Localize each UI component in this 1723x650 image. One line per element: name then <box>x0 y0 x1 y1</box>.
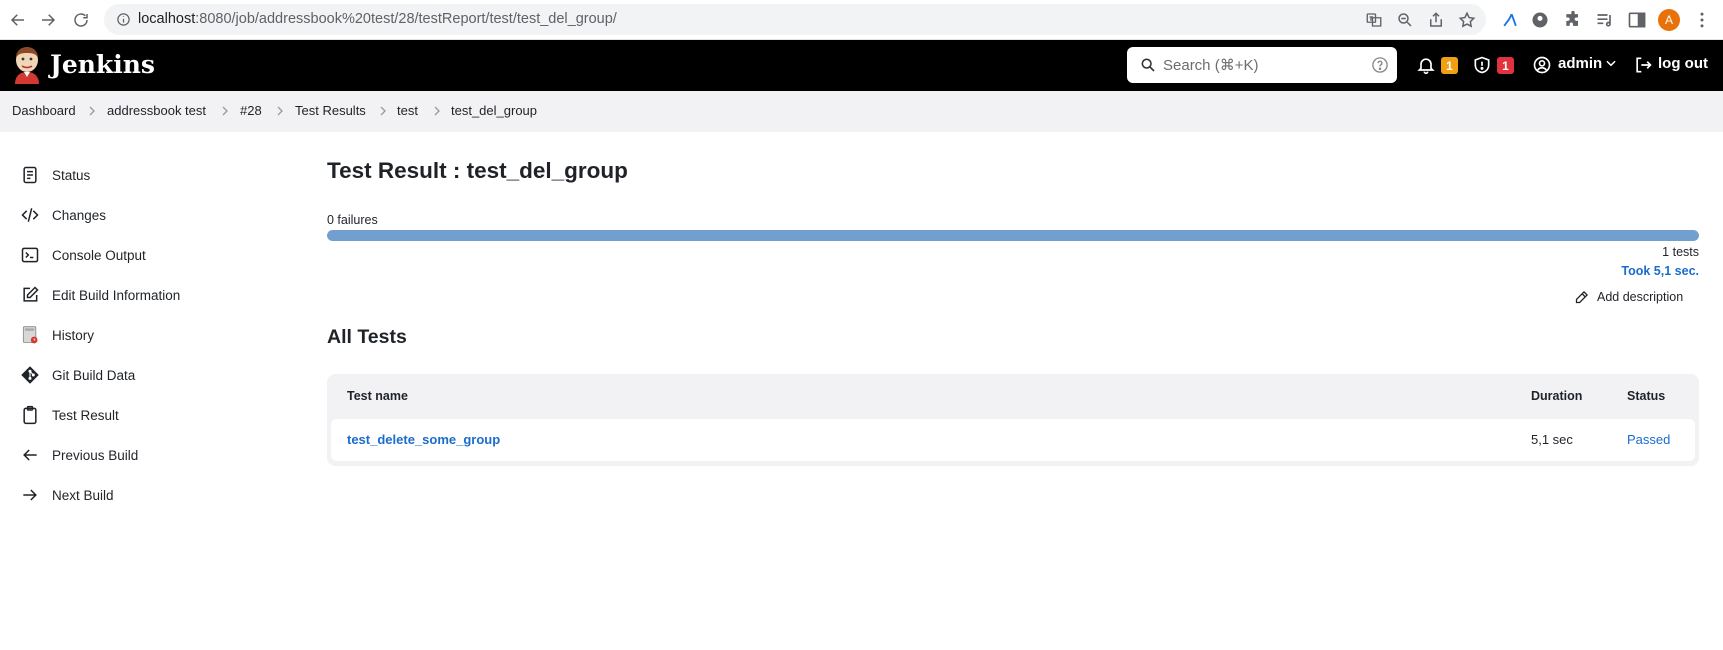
document-icon <box>23 166 37 184</box>
edit-icon <box>23 286 39 302</box>
chevron-right-icon <box>380 106 386 116</box>
chevron-right-icon <box>89 106 95 116</box>
reload-button[interactable] <box>69 8 93 32</box>
failures-count: 0 failures <box>327 213 378 227</box>
sidebar-item-next-build[interactable]: Next Build <box>20 479 290 511</box>
user-menu[interactable]: admin <box>1558 55 1602 72</box>
logout-link[interactable]: log out <box>1658 55 1708 72</box>
sidebar-item-label: Git Build Data <box>52 367 136 383</box>
chevron-right-icon <box>277 106 283 116</box>
profile-avatar[interactable]: A <box>1658 9 1680 31</box>
share-icon[interactable] <box>1427 11 1445 29</box>
jenkins-header: Jenkins 1 1 admin log out <box>0 40 1723 91</box>
url-text[interactable]: localhost:8080/job/addressbook%20test/28… <box>138 11 617 27</box>
sidebar-item-test-result[interactable]: Test Result <box>20 399 290 431</box>
arrow-right-icon <box>42 14 56 26</box>
sidebar-item-console-output[interactable]: Console Output <box>20 239 290 271</box>
sidebar-item-changes[interactable]: Changes <box>20 199 290 231</box>
sidebar-item-label: Status <box>52 167 91 183</box>
sidebar-item-label: Next Build <box>52 487 114 503</box>
url-path: :8080/job/addressbook%20test/28/testRepo… <box>195 11 617 27</box>
breadcrumb-test[interactable]: test <box>397 103 418 118</box>
test-name-link[interactable]: test_delete_some_group <box>347 432 500 447</box>
media-playlist-icon[interactable] <box>1595 10 1615 30</box>
security-shield-icon[interactable] <box>1472 55 1492 75</box>
code-icon <box>21 208 39 222</box>
test-progress-bar <box>327 230 1699 241</box>
sidebar-item-edit-build-information[interactable]: Edit Build Information <box>20 279 290 311</box>
breadcrumb: Dashboard addressbook test #28 Test Resu… <box>0 91 1723 132</box>
test-duration: 5,1 sec <box>1531 432 1573 447</box>
sidebar-item-previous-build[interactable]: Previous Build <box>20 439 290 471</box>
history-icon <box>22 326 38 344</box>
back-button[interactable] <box>6 8 30 32</box>
breadcrumb-build[interactable]: #28 <box>240 103 262 118</box>
breadcrumb-test-results[interactable]: Test Results <box>295 103 366 118</box>
add-description-button[interactable]: Add description <box>1574 286 1683 308</box>
extensions-puzzle-icon[interactable] <box>1563 10 1583 30</box>
breadcrumb-dashboard[interactable]: Dashboard <box>12 103 76 118</box>
pencil-icon <box>1575 290 1589 303</box>
git-icon <box>21 366 39 384</box>
notifications-bell-icon[interactable] <box>1416 55 1436 75</box>
duration-link[interactable]: Took 5,1 sec. <box>1621 264 1699 278</box>
progress-pass-fill <box>327 230 1699 241</box>
arrow-left-icon <box>23 449 37 461</box>
notifications-badge[interactable]: 1 <box>1441 57 1458 74</box>
chevron-down-icon[interactable] <box>1604 56 1618 70</box>
sidebar-item-label: Previous Build <box>52 447 139 463</box>
more-menu-icon[interactable] <box>1692 10 1712 30</box>
sidebar-item-label: Test Result <box>52 407 119 423</box>
sidebar-item-label: History <box>52 327 95 343</box>
extension-tool-icon[interactable] <box>1500 10 1520 30</box>
logout-icon[interactable] <box>1633 55 1653 75</box>
user-avatar-icon[interactable] <box>1532 55 1552 75</box>
translate-icon[interactable] <box>1365 11 1383 29</box>
browser-toolbar: localhost:8080/job/addressbook%20test/28… <box>0 0 1723 40</box>
sidebar-item-status[interactable]: Status <box>20 159 290 191</box>
terminal-icon <box>21 247 39 263</box>
sidebar-item-git-build-data[interactable]: Git Build Data <box>20 359 290 391</box>
table-row: test_delete_some_group 5,1 sec Passed <box>331 419 1695 461</box>
tests-table: Test name Duration Status test_delete_so… <box>327 374 1699 466</box>
all-tests-title: All Tests <box>327 326 407 348</box>
sidebar-item-label: Changes <box>52 207 107 223</box>
arrow-right-icon <box>23 489 37 501</box>
reload-icon <box>74 13 88 27</box>
breadcrumb-job[interactable]: addressbook test <box>107 103 206 118</box>
column-header-test-name[interactable]: Test name <box>347 389 408 403</box>
side-panel-icon[interactable] <box>1627 10 1647 30</box>
column-header-status[interactable]: Status <box>1627 389 1665 403</box>
search-input[interactable] <box>1163 47 1359 83</box>
search-icon <box>1141 58 1155 72</box>
column-header-duration[interactable]: Duration <box>1531 389 1582 403</box>
chevron-right-icon <box>434 106 440 116</box>
test-status: Passed <box>1627 432 1671 447</box>
sidebar-item-history[interactable]: History <box>20 319 290 351</box>
sidebar-item-label: Console Output <box>52 247 146 263</box>
chevron-right-icon <box>222 106 228 116</box>
clipboard-icon <box>23 405 37 425</box>
tests-count: 1 tests <box>1662 245 1699 259</box>
extension-account-icon[interactable] <box>1530 10 1550 30</box>
sidebar-item-label: Edit Build Information <box>52 287 181 303</box>
security-badge[interactable]: 1 <box>1497 57 1514 74</box>
url-host: localhost <box>138 11 196 27</box>
jenkins-brand[interactable]: Jenkins <box>50 50 155 79</box>
forward-button[interactable] <box>36 8 60 32</box>
breadcrumb-current[interactable]: test_del_group <box>451 103 537 118</box>
search-box[interactable] <box>1127 47 1397 83</box>
zoom-icon[interactable] <box>1396 11 1414 29</box>
help-icon[interactable] <box>1371 56 1389 74</box>
jenkins-logo-icon[interactable] <box>12 46 42 84</box>
page-title: Test Result : test_del_group <box>327 158 628 183</box>
address-bar[interactable]: localhost:8080/job/addressbook%20test/28… <box>104 4 1486 35</box>
info-icon[interactable] <box>116 12 131 27</box>
arrow-left-icon <box>10 14 24 26</box>
bookmark-star-icon[interactable] <box>1458 11 1476 29</box>
add-description-label: Add description <box>1597 290 1684 304</box>
